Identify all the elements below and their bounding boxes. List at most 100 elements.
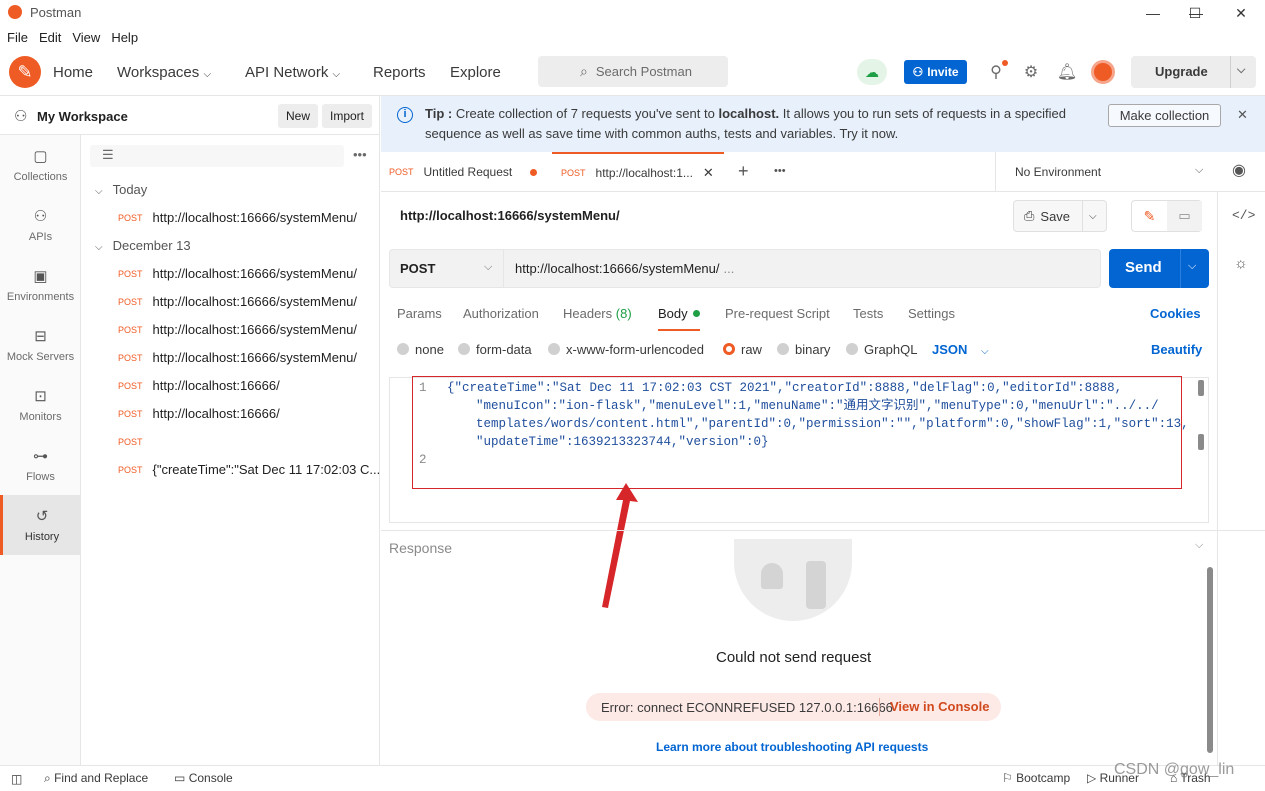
radio-form-data[interactable]: form-data — [458, 342, 532, 357]
maximize-icon[interactable]: ☐ — [1172, 2, 1218, 24]
tab-params[interactable]: Params — [397, 306, 442, 321]
import-button[interactable]: Import — [322, 104, 373, 128]
cookies-link[interactable]: Cookies — [1150, 306, 1201, 321]
nav-api-network[interactable]: API Network ⌵ — [245, 64, 340, 81]
nav-reports[interactable]: Reports — [373, 64, 426, 81]
nav-home[interactable]: Home — [53, 64, 93, 81]
menu-view[interactable]: View — [72, 30, 100, 45]
menu-help[interactable]: Help — [111, 30, 138, 45]
history-item[interactable]: POST http://localhost:16666/systemMenu/ — [118, 210, 357, 225]
history-item[interactable]: POST http://localhost:16666/ — [118, 378, 280, 393]
gear-icon[interactable]: ⚙ — [1020, 62, 1042, 84]
radio-none[interactable]: none — [397, 342, 444, 357]
tab-localhost[interactable]: POST http://localhost:1... ✕ — [552, 152, 724, 192]
sidebar-item-monitors[interactable]: ⊡ Monitors — [0, 375, 81, 435]
add-tab-icon[interactable]: + — [738, 161, 749, 182]
make-collection-button[interactable]: Make collection — [1108, 104, 1221, 127]
close-icon[interactable]: ✕ — [1218, 2, 1264, 24]
radio-graphql[interactable]: GraphQL — [846, 342, 917, 357]
minimize-icon[interactable]: — — [1130, 2, 1176, 24]
save-button[interactable]: ⎙ Save ⌵ — [1013, 200, 1107, 232]
sidebar-item-apis[interactable]: ⚇ APIs — [0, 195, 81, 255]
find-replace-button[interactable]: ⌕ Find and Replace — [44, 771, 148, 786]
workspace-name[interactable]: My Workspace — [37, 109, 128, 124]
edit-icon[interactable]: ✎ — [1132, 201, 1167, 231]
comment-icon[interactable]: ▭ — [1167, 201, 1202, 231]
sidebar-item-mock-servers[interactable]: ⊟ Mock Servers — [0, 315, 81, 375]
environment-selector[interactable]: No Environment — [1015, 165, 1101, 179]
monitors-icon: ⊡ — [34, 388, 47, 405]
scrollbar-thumb[interactable] — [1198, 434, 1204, 450]
scrollbar-thumb[interactable] — [1207, 567, 1213, 753]
tip-banner: i Tip : Create collection of 7 requests … — [381, 96, 1265, 152]
scrollbar-thumb[interactable] — [1198, 380, 1204, 396]
filter-input[interactable]: ☰ — [90, 145, 344, 167]
lightbulb-icon[interactable]: ☼ — [1234, 255, 1248, 272]
history-item[interactable]: POST — [118, 434, 153, 449]
search-input[interactable]: ⌕ Search Postman — [538, 56, 728, 87]
chevron-down-icon[interactable]: ⌵ — [1195, 164, 1203, 177]
postman-logo-icon[interactable]: ✎ — [9, 56, 41, 88]
tab-untitled-request[interactable]: POST Untitled Request — [389, 152, 549, 192]
avatar[interactable] — [1091, 60, 1115, 84]
history-panel: ☰ ••• ⌵ Today POST http://localhost:16666/… — [81, 135, 380, 765]
request-name[interactable]: http://localhost:16666/systemMenu/ — [400, 208, 620, 223]
nav-explore[interactable]: Explore — [450, 64, 501, 81]
sidebar-item-collections[interactable]: ▢ Collections — [0, 135, 81, 195]
user-icon: ⚇ — [14, 108, 28, 125]
chevron-down-icon: ⌵ — [1237, 64, 1246, 76]
history-item[interactable]: POST {"createTime":"Sat Dec 11 17:02:03 C… — [118, 462, 380, 477]
json-type-select[interactable]: JSON ⌵ — [932, 342, 989, 357]
close-icon[interactable]: ✕ — [1237, 107, 1248, 123]
history-item[interactable]: POST http://localhost:16666/systemMenu/ — [118, 322, 357, 337]
view-in-console-link[interactable]: View in Console — [890, 699, 989, 714]
chevron-down-icon: ⌵ — [1188, 260, 1197, 272]
sidebar-item-flows[interactable]: ⊶ Flows — [0, 435, 81, 495]
radio-binary[interactable]: binary — [777, 342, 830, 357]
tab-headers[interactable]: Headers (8) — [563, 306, 632, 321]
more-tabs-icon[interactable]: ••• — [774, 165, 786, 177]
close-icon[interactable]: ✕ — [703, 165, 714, 181]
window-title: Postman — [30, 5, 82, 20]
tab-pre-request-script[interactable]: Pre-request Script — [725, 306, 830, 321]
new-button[interactable]: New — [278, 104, 319, 128]
history-item[interactable]: POST http://localhost:16666/systemMenu/ — [118, 266, 357, 281]
search-icon: ⌕ — [580, 63, 588, 79]
history-item[interactable]: POST http://localhost:16666/systemMenu/ — [118, 350, 357, 365]
status-bar: ◫ ⌕ Find and Replace ▭ Console ⚐ Bootcam… — [0, 765, 1265, 791]
chevron-down-icon: ⌵ — [203, 69, 212, 80]
console-button[interactable]: ▭ Console — [174, 771, 233, 785]
search-placeholder: Search Postman — [595, 64, 692, 79]
toggle-sidebar-icon[interactable]: ◫ — [11, 772, 22, 786]
invite-button[interactable]: ⚇ Invite — [904, 60, 967, 84]
bootcamp-button[interactable]: ⚐ Bootcamp — [1002, 771, 1070, 785]
more-options-icon[interactable]: ••• — [353, 147, 367, 162]
nav-workspaces[interactable]: Workspaces ⌵ — [117, 64, 211, 81]
history-group-today[interactable]: ⌵ Today — [95, 182, 147, 197]
radio-raw[interactable]: raw — [723, 342, 762, 357]
history-group-december-13[interactable]: ⌵ December 13 — [95, 238, 191, 253]
code-icon[interactable]: </> — [1232, 208, 1255, 223]
sync-status-icon[interactable]: ☁ — [857, 59, 887, 85]
tab-settings[interactable]: Settings — [908, 306, 955, 321]
beautify-link[interactable]: Beautify — [1151, 342, 1202, 357]
upgrade-button[interactable]: Upgrade ⌵ — [1131, 56, 1256, 88]
menu-edit[interactable]: Edit — [39, 30, 61, 45]
url-input[interactable]: http://localhost:16666/systemMenu/... — [504, 249, 1101, 288]
learn-more-link[interactable]: Learn more about troubleshooting API req… — [656, 740, 928, 754]
send-button[interactable]: Send ⌵ — [1109, 249, 1209, 288]
sidebar-item-history[interactable]: ↺ History — [0, 495, 81, 555]
tab-authorization[interactable]: Authorization — [463, 306, 539, 321]
history-item[interactable]: POST http://localhost:16666/systemMenu/ — [118, 294, 357, 309]
tab-body[interactable]: Body — [658, 306, 701, 331]
tip-text: Tip : Create collection of 7 requests yo… — [425, 106, 1067, 121]
eye-icon[interactable]: ◉ — [1232, 160, 1246, 180]
sidebar-item-environments[interactable]: ▣ Environments — [0, 255, 81, 315]
chevron-down-icon[interactable]: ⌵ — [1195, 539, 1203, 552]
tab-tests[interactable]: Tests — [853, 306, 883, 321]
bell-icon[interactable]: 🔔︎ — [1056, 62, 1078, 84]
radio-urlencoded[interactable]: x-www-form-urlencoded — [548, 342, 704, 357]
history-item[interactable]: POST http://localhost:16666/ — [118, 406, 280, 421]
method-select[interactable]: POST ⌵ — [389, 249, 504, 288]
menu-file[interactable]: File — [7, 30, 28, 45]
